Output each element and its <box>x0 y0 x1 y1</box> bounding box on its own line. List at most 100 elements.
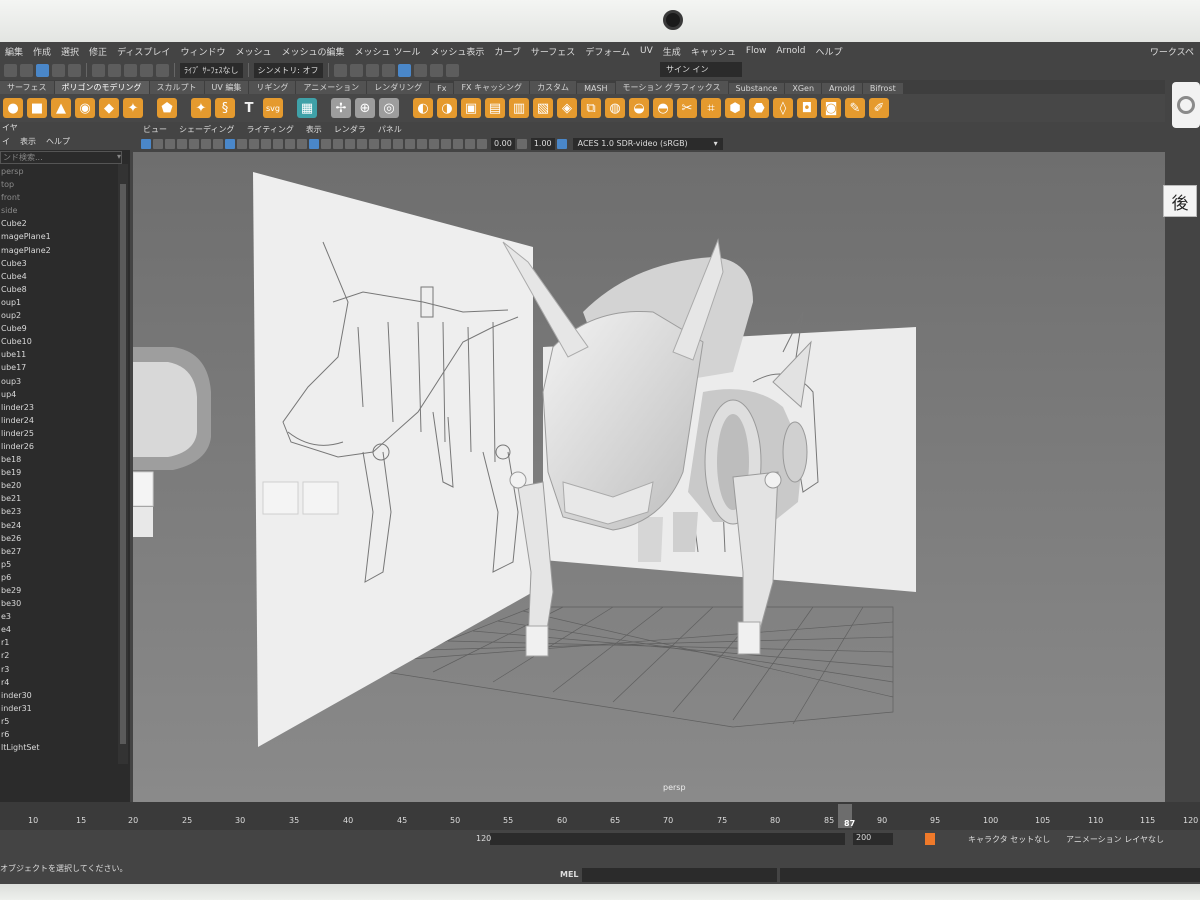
time-slider[interactable]: 10 15 20 25 30 35 40 45 50 55 60 65 70 7… <box>0 802 1200 830</box>
tab-fx-caching[interactable]: FX キャッシング <box>454 81 530 94</box>
outliner-item[interactable]: be21 <box>0 492 130 505</box>
outliner-item[interactable]: linder24 <box>0 414 130 427</box>
snap-surface-icon[interactable] <box>156 63 169 77</box>
snap-point-icon[interactable] <box>124 63 137 77</box>
vp-menu-panels[interactable]: パネル <box>378 124 402 135</box>
gamma-icon[interactable] <box>516 139 527 149</box>
select-tool-icon[interactable] <box>20 63 33 77</box>
outliner-item[interactable]: r1 <box>0 636 130 649</box>
snap-grid-icon[interactable] <box>92 63 105 77</box>
smooth-icon[interactable]: ◈ <box>557 98 577 118</box>
safe-title-icon[interactable] <box>285 139 295 149</box>
menu-cache[interactable]: キャッシュ <box>686 45 741 58</box>
attribute-editor-button[interactable] <box>1172 82 1200 128</box>
menu-create[interactable]: 作成 <box>28 45 56 58</box>
fill-hole-icon[interactable]: ◍ <box>605 98 625 118</box>
wireframe-on-shaded-icon[interactable] <box>333 139 343 149</box>
redo-icon[interactable] <box>68 63 81 77</box>
poly-disc-icon[interactable]: ✦ <box>123 98 143 118</box>
antialiasing-icon[interactable] <box>405 139 415 149</box>
outliner-item[interactable]: linder25 <box>0 427 130 440</box>
outliner-search-input[interactable]: ンド検索... ▾ <box>0 151 122 164</box>
menu-mesh[interactable]: メッシュ <box>230 45 276 58</box>
outliner-item[interactable]: inder30 <box>0 689 130 702</box>
ambient-occlusion-icon[interactable] <box>381 139 391 149</box>
outliner-item[interactable]: linder26 <box>0 440 130 453</box>
separate-icon[interactable]: ◑ <box>437 98 457 118</box>
color-management-combo[interactable]: ACES 1.0 SDR-video (sRGB) ▾ <box>572 138 723 150</box>
vp-menu-view[interactable]: ビュー <box>143 124 167 135</box>
outliner-item-persp[interactable]: persp <box>0 165 130 178</box>
bridge-icon[interactable]: ▤ <box>485 98 505 118</box>
viewport-scene[interactable] <box>133 152 1165 802</box>
menu-modify[interactable]: 修正 <box>84 45 112 58</box>
tab-uv-editing[interactable]: UV 編集 <box>204 81 249 94</box>
select-camera-icon[interactable] <box>141 139 151 149</box>
outliner-item[interactable]: be29 <box>0 584 130 597</box>
menu-curves[interactable]: カーブ <box>489 45 525 58</box>
tab-custom[interactable]: カスタム <box>530 81 577 94</box>
range-slider[interactable] <box>490 833 845 845</box>
outliner-item[interactable]: r3 <box>0 663 130 676</box>
outliner-scrollbar[interactable] <box>118 164 128 764</box>
menu-mesh-display[interactable]: メッシュ表示 <box>425 45 489 58</box>
stop-icon[interactable] <box>445 63 459 77</box>
menu-flow[interactable]: Flow <box>741 46 772 56</box>
menu-window[interactable]: ウィンドウ <box>175 45 230 58</box>
tab-xgen[interactable]: XGen <box>785 83 822 94</box>
outliner-item[interactable]: oup3 <box>0 375 130 388</box>
safe-action-icon[interactable] <box>273 139 283 149</box>
bool-icon[interactable]: ▧ <box>533 98 553 118</box>
motion-blur-icon[interactable] <box>393 139 403 149</box>
resolution-gate-icon[interactable] <box>237 139 247 149</box>
film-gate-icon[interactable] <box>225 139 235 149</box>
outliner-item[interactable]: e3 <box>0 610 130 623</box>
outliner-item[interactable]: be24 <box>0 519 130 532</box>
grid-icon[interactable]: ▦ <box>297 98 317 118</box>
outliner-item[interactable]: be20 <box>0 479 130 492</box>
svg-icon[interactable]: svg <box>263 98 283 118</box>
menu-display[interactable]: ディスプレイ <box>112 45 175 58</box>
outliner-item[interactable]: inder31 <box>0 702 130 715</box>
vp-menu-show[interactable]: 表示 <box>306 124 322 135</box>
outliner-item[interactable]: Cube9 <box>0 322 130 335</box>
outliner-item[interactable]: be19 <box>0 466 130 479</box>
vp-menu-lighting[interactable]: ライティング <box>246 124 293 135</box>
outliner-item[interactable]: Cube4 <box>0 270 130 283</box>
render-icon[interactable] <box>333 63 347 77</box>
bookmark-icon[interactable] <box>165 139 175 149</box>
isolate-select-icon[interactable] <box>429 139 439 149</box>
tab-rendering[interactable]: レンダリング <box>367 81 430 94</box>
multi-cut-icon[interactable]: ✂ <box>677 98 697 118</box>
type-text-icon[interactable]: T <box>239 98 259 118</box>
range-end-value[interactable]: 120 <box>476 834 491 843</box>
tab-mash[interactable]: MASH <box>577 83 615 94</box>
outliner-item[interactable]: oup2 <box>0 309 130 322</box>
grid-toggle-icon[interactable] <box>213 139 223 149</box>
animation-end-field[interactable]: 200 <box>853 833 893 845</box>
auto-key-icon[interactable] <box>925 833 935 845</box>
outliner-item[interactable]: ube17 <box>0 361 130 374</box>
menu-edit-mesh[interactable]: メッシュの編集 <box>276 45 349 58</box>
offset-edge-icon[interactable]: ⬢ <box>725 98 745 118</box>
camera-attributes-icon[interactable] <box>153 139 163 149</box>
mel-label[interactable]: MEL <box>560 870 579 879</box>
snap-together-icon[interactable]: ⊕ <box>355 98 375 118</box>
sculpt-icon[interactable]: ✎ <box>845 98 865 118</box>
outliner-item[interactable]: be18 <box>0 453 130 466</box>
snap-curve-icon[interactable] <box>108 63 121 77</box>
wedge-icon[interactable]: ✐ <box>869 98 889 118</box>
xray-joints-icon[interactable] <box>453 139 463 149</box>
render-view-icon[interactable] <box>349 63 363 77</box>
outliner-item[interactable]: Cube2 <box>0 217 130 230</box>
tab-rigging[interactable]: リギング <box>249 81 296 94</box>
menu-select[interactable]: 選択 <box>56 45 84 58</box>
mirror-icon[interactable]: ⧉ <box>581 98 601 118</box>
color-management-icon[interactable] <box>556 139 567 149</box>
tab-surfaces[interactable]: サーフェス <box>0 81 54 94</box>
platonic-solid-icon[interactable]: ⬟ <box>157 98 177 118</box>
smooth-shade-icon[interactable] <box>309 139 319 149</box>
poly-torus-icon[interactable]: ◉ <box>75 98 95 118</box>
tab-animation[interactable]: アニメーション <box>296 81 367 94</box>
outliner-item[interactable]: e4 <box>0 623 130 636</box>
